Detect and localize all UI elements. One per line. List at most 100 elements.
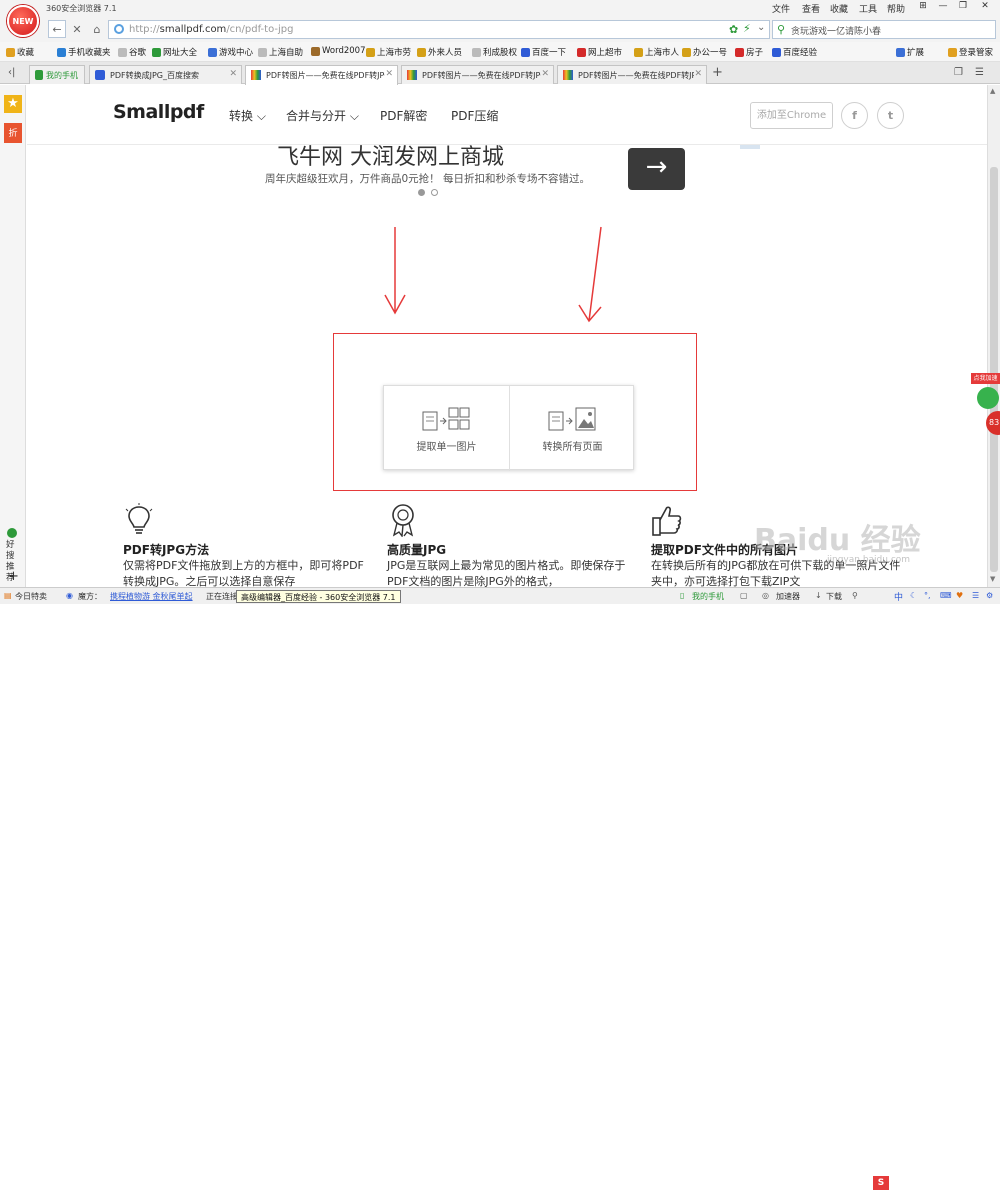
bookmark-item[interactable]: 网址大全 [152,46,197,58]
bookmark-item[interactable]: 百度一下 [521,46,566,58]
tab-close-icon[interactable]: ✕ [385,69,393,79]
bookmark-item[interactable]: 谷歌 [118,46,146,58]
menu-tools[interactable]: 工具 [859,2,877,15]
bookmark-item[interactable]: 房子 [735,46,763,58]
bookmark-favicon-icon [118,47,127,57]
bookmark-item[interactable]: 网上超市 [577,46,622,58]
bookmark-item[interactable]: 外来人员 [417,46,462,58]
back-icon[interactable]: ← [48,20,66,38]
nav-unlock-pdf[interactable]: PDF解密 [380,107,427,124]
zoom-icon[interactable]: ⚲ [852,591,858,600]
stop-icon[interactable]: ✕ [68,20,86,38]
bookmark-item[interactable]: 利成股权 [472,46,517,58]
ime-menu-icon[interactable]: ☰ [972,591,979,600]
tab-menu-icon[interactable]: ☰ [975,67,984,78]
bookmark-item[interactable]: 收藏 [6,46,34,58]
bookmark-item[interactable]: 办公一号 [682,46,727,58]
my-phone-link[interactable]: 我的手机 [692,591,724,602]
title-bar: 360安全浏览器 7.1 文件 查看 收藏 工具 帮助 ⊞ — ❐ ✕ [0,0,1000,16]
bookmark-item[interactable]: Word2007 [311,46,365,56]
carousel-dot[interactable] [431,189,438,196]
tab-smallpdf-2[interactable]: PDF转图片——免费在线PDF转JPG ✕ [401,65,554,84]
baidu-watermark-url: jingyan.baidu.com [827,555,911,565]
tab-close-icon[interactable]: ✕ [229,69,237,79]
bookmark-item[interactable]: 游戏中心 [208,46,253,58]
annotation-arrow-right [578,226,602,323]
globe-icon [114,24,124,34]
browser-logo-icon[interactable]: NEW [7,5,39,37]
smallpdf-logo[interactable]: Smallpdf [113,101,204,123]
skin-button[interactable]: ⊞ [914,1,932,13]
bookmark-item[interactable]: 扩展 [896,46,924,58]
address-bar[interactable]: http://smallpdf.com/cn/pdf-to-jpg ✿ ⚡ ⌄ [108,20,770,39]
today-deals-link[interactable]: 今日特卖 [15,591,47,602]
convert-all-pages-option[interactable]: 转换所有页面 [510,386,635,471]
menu-file[interactable]: 文件 [772,2,790,15]
url-text[interactable]: http://smallpdf.com/cn/pdf-to-jpg [129,24,293,35]
nav-convert[interactable]: 转换 ⌵ [229,107,266,124]
accelerator-label: 点我加速 [971,373,1000,384]
vertical-scrollbar[interactable]: ▲ ▼ [987,85,1000,587]
favorites-star-icon[interactable]: ★ [4,95,22,113]
scroll-down-icon[interactable]: ▼ [990,575,995,583]
security-icon[interactable]: ✿ [729,23,738,36]
download-link[interactable]: 下载 [826,591,842,602]
scrollbar-thumb[interactable] [990,167,998,572]
bookmark-item[interactable]: 上海自助 [258,46,303,58]
accelerator-link[interactable]: 加速器 [776,591,800,602]
coupon-icon[interactable]: 折 [4,123,22,143]
bookmark-item[interactable]: 上海市人 [634,46,679,58]
webpage: 飞牛网 大润发网上商城 周年庆超级狂欢月，万件商品0元抢！ 每日折扣和秒杀专场不… [27,85,987,587]
minimize-button[interactable]: — [934,1,952,13]
banner-next-button[interactable]: → [628,148,685,190]
tab-close-icon[interactable]: ✕ [694,69,702,79]
tab-smallpdf-active[interactable]: PDF转图片——免费在线PDF转JPG ✕ [245,65,398,85]
float-accelerator-widget[interactable]: 点我加速 83 [971,373,1000,438]
ime-skin-icon[interactable]: ♥ [956,591,963,600]
nav-merge-split[interactable]: 合并与分开 ⌵ [286,107,359,124]
ime-punct-icon[interactable]: °, [924,591,931,600]
magic-cube-icon: ◉ [66,591,73,600]
twitter-icon[interactable]: t [877,102,904,129]
new-tab-icon[interactable]: + [712,65,723,80]
bookmark-item[interactable]: 登录管家 [948,46,993,58]
tab-smallpdf-3[interactable]: PDF转图片——免费在线PDF转JPG ✕ [557,65,707,84]
bookmark-item[interactable]: 手机收藏夹 [57,46,111,58]
ime-moon-icon[interactable]: ☾ [910,591,917,600]
tab-baidu-search[interactable]: PDF转换成JPG_百度搜索 ✕ [89,65,242,84]
speed-mode-icon[interactable]: ⚡ [743,22,751,35]
menu-favorites[interactable]: 收藏 [830,2,848,15]
url-dropdown-icon[interactable]: ⌄ [757,22,765,33]
add-sidebar-icon[interactable]: + [8,569,19,584]
scroll-up-icon[interactable]: ▲ [990,87,995,95]
maximize-button[interactable]: ❐ [954,1,972,13]
menu-help[interactable]: 帮助 [887,2,905,15]
home-icon[interactable]: ⌂ [88,20,106,38]
sogou-ime-icon[interactable]: S [873,1176,889,1190]
ime-keyboard-icon[interactable]: ⌨ [940,591,952,600]
menu-view[interactable]: 查看 [802,2,820,15]
tab-restore-icon[interactable]: ❐ [954,67,963,78]
tab-close-icon[interactable]: ✕ [541,69,549,79]
bookmark-item[interactable]: 百度经验 [772,46,817,58]
carousel-dot-active[interactable] [418,189,425,196]
tab-list-icon[interactable]: ‹| [8,67,15,78]
ime-mode-label[interactable]: 中 [894,590,903,603]
nav-compress-pdf[interactable]: PDF压缩 [451,107,498,124]
close-window-button[interactable]: ✕ [976,1,994,13]
extract-single-images-option[interactable]: 提取单一图片 [384,386,509,471]
bookmark-item[interactable]: 上海市劳 [366,46,411,58]
ime-tools-icon[interactable]: ⚙ [986,591,993,600]
facebook-icon[interactable]: f [841,102,868,129]
banner-subtitle[interactable]: 周年庆超级狂欢月，万件商品0元抢！ 每日折扣和秒杀专场不容错过。 [265,171,590,186]
search-box[interactable]: ⚲ 贪玩游戏一亿请陈小春 [772,20,996,39]
tab-my-phone[interactable]: 我的手机 [29,65,85,84]
tab-bar: ‹| 我的手机 PDF转换成JPG_百度搜索 ✕ PDF转图片——免费在线PDF… [0,62,1000,85]
magic-promo-link[interactable]: 携程植物游 金秋尾单起 [110,591,198,602]
search-input[interactable]: 贪玩游戏一亿请陈小春 [791,24,881,37]
screenshot-icon[interactable]: ▢ [740,591,748,600]
bookmark-label: 网址大全 [163,48,198,58]
lightbulb-icon [125,503,153,534]
add-to-chrome-button[interactable]: 添加至Chrome [750,102,833,129]
ad-marker [740,145,760,149]
